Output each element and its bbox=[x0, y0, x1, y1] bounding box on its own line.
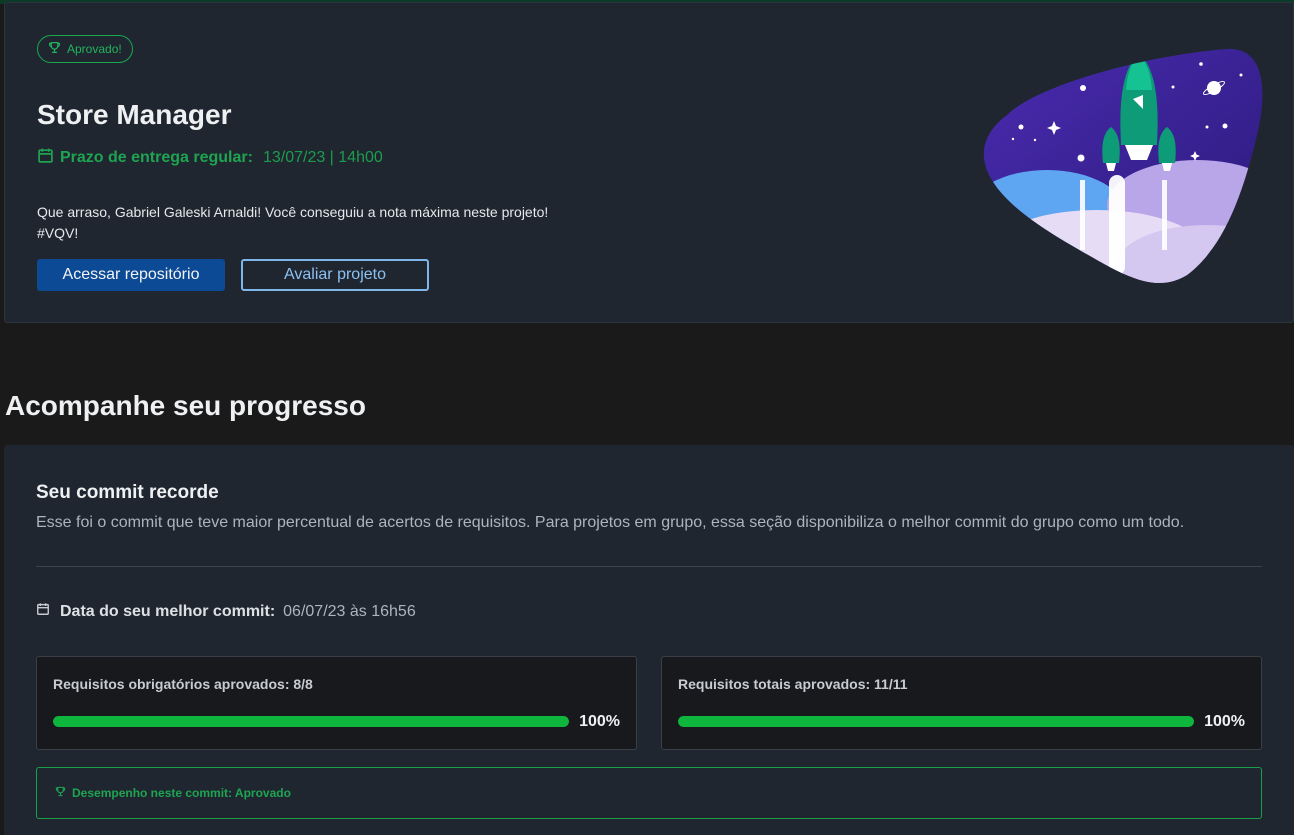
best-commit-value: 06/07/23 às 16h56 bbox=[283, 602, 416, 620]
mandatory-requirements-label: Requisitos obrigatórios aprovados: 8/8 bbox=[53, 676, 313, 692]
rate-project-button[interactable]: Avaliar projeto bbox=[241, 259, 429, 291]
mandatory-requirements-box: Requisitos obrigatórios aprovados: 8/8 1… bbox=[36, 656, 637, 750]
total-requirements-label: Requisitos totais aprovados: 11/11 bbox=[678, 676, 908, 692]
congrats-message: Que arraso, Gabriel Galeski Arnaldi! Voc… bbox=[37, 202, 597, 244]
trophy-icon bbox=[55, 786, 66, 800]
deadline-label: Prazo de entrega regular: bbox=[60, 149, 253, 166]
commit-performance-text: Desempenho neste commit: Aprovado bbox=[72, 786, 291, 800]
deadline: Prazo de entrega regular: 13/07/23 | 14h… bbox=[37, 147, 383, 169]
mandatory-percent: 100% bbox=[579, 713, 620, 730]
project-title: Store Manager bbox=[37, 99, 232, 130]
project-card: Aprovado! Store Manager Prazo de entrega… bbox=[4, 2, 1294, 323]
mandatory-progress-bar bbox=[53, 716, 569, 727]
congrats-line: Que arraso, Gabriel Galeski Arnaldi! Voc… bbox=[37, 204, 549, 220]
total-requirements-box: Requisitos totais aprovados: 11/11 100% bbox=[661, 656, 1262, 750]
commit-record-card: Seu commit recorde Esse foi o commit que… bbox=[4, 445, 1294, 835]
hashtag-line: #VQV! bbox=[37, 225, 79, 241]
deadline-value: 13/07/23 | 14h00 bbox=[262, 149, 383, 166]
mandatory-progress-fill bbox=[53, 716, 569, 727]
rocket-illustration bbox=[983, 48, 1263, 283]
calendar-icon bbox=[37, 147, 54, 169]
progress-section-title: Acompanhe seu progresso bbox=[5, 390, 366, 421]
access-repository-button[interactable]: Acessar repositório bbox=[37, 259, 225, 291]
best-commit-label: Data do seu melhor commit: bbox=[60, 602, 276, 620]
calendar-icon bbox=[36, 602, 52, 621]
trophy-icon bbox=[48, 41, 61, 57]
total-progress-bar bbox=[678, 716, 1194, 727]
commit-record-title: Seu commit recorde bbox=[36, 482, 219, 503]
total-progress-fill bbox=[678, 716, 1194, 727]
commit-record-description: Esse foi o commit que teve maior percent… bbox=[36, 514, 1185, 531]
commit-performance-box: Desempenho neste commit: Aprovado bbox=[36, 767, 1262, 819]
approved-badge: Aprovado! bbox=[37, 35, 133, 63]
approved-badge-label: Aprovado! bbox=[67, 42, 122, 56]
best-commit-date: Data do seu melhor commit: 06/07/23 às 1… bbox=[36, 602, 416, 621]
divider bbox=[36, 566, 1262, 567]
total-percent: 100% bbox=[1204, 713, 1245, 730]
